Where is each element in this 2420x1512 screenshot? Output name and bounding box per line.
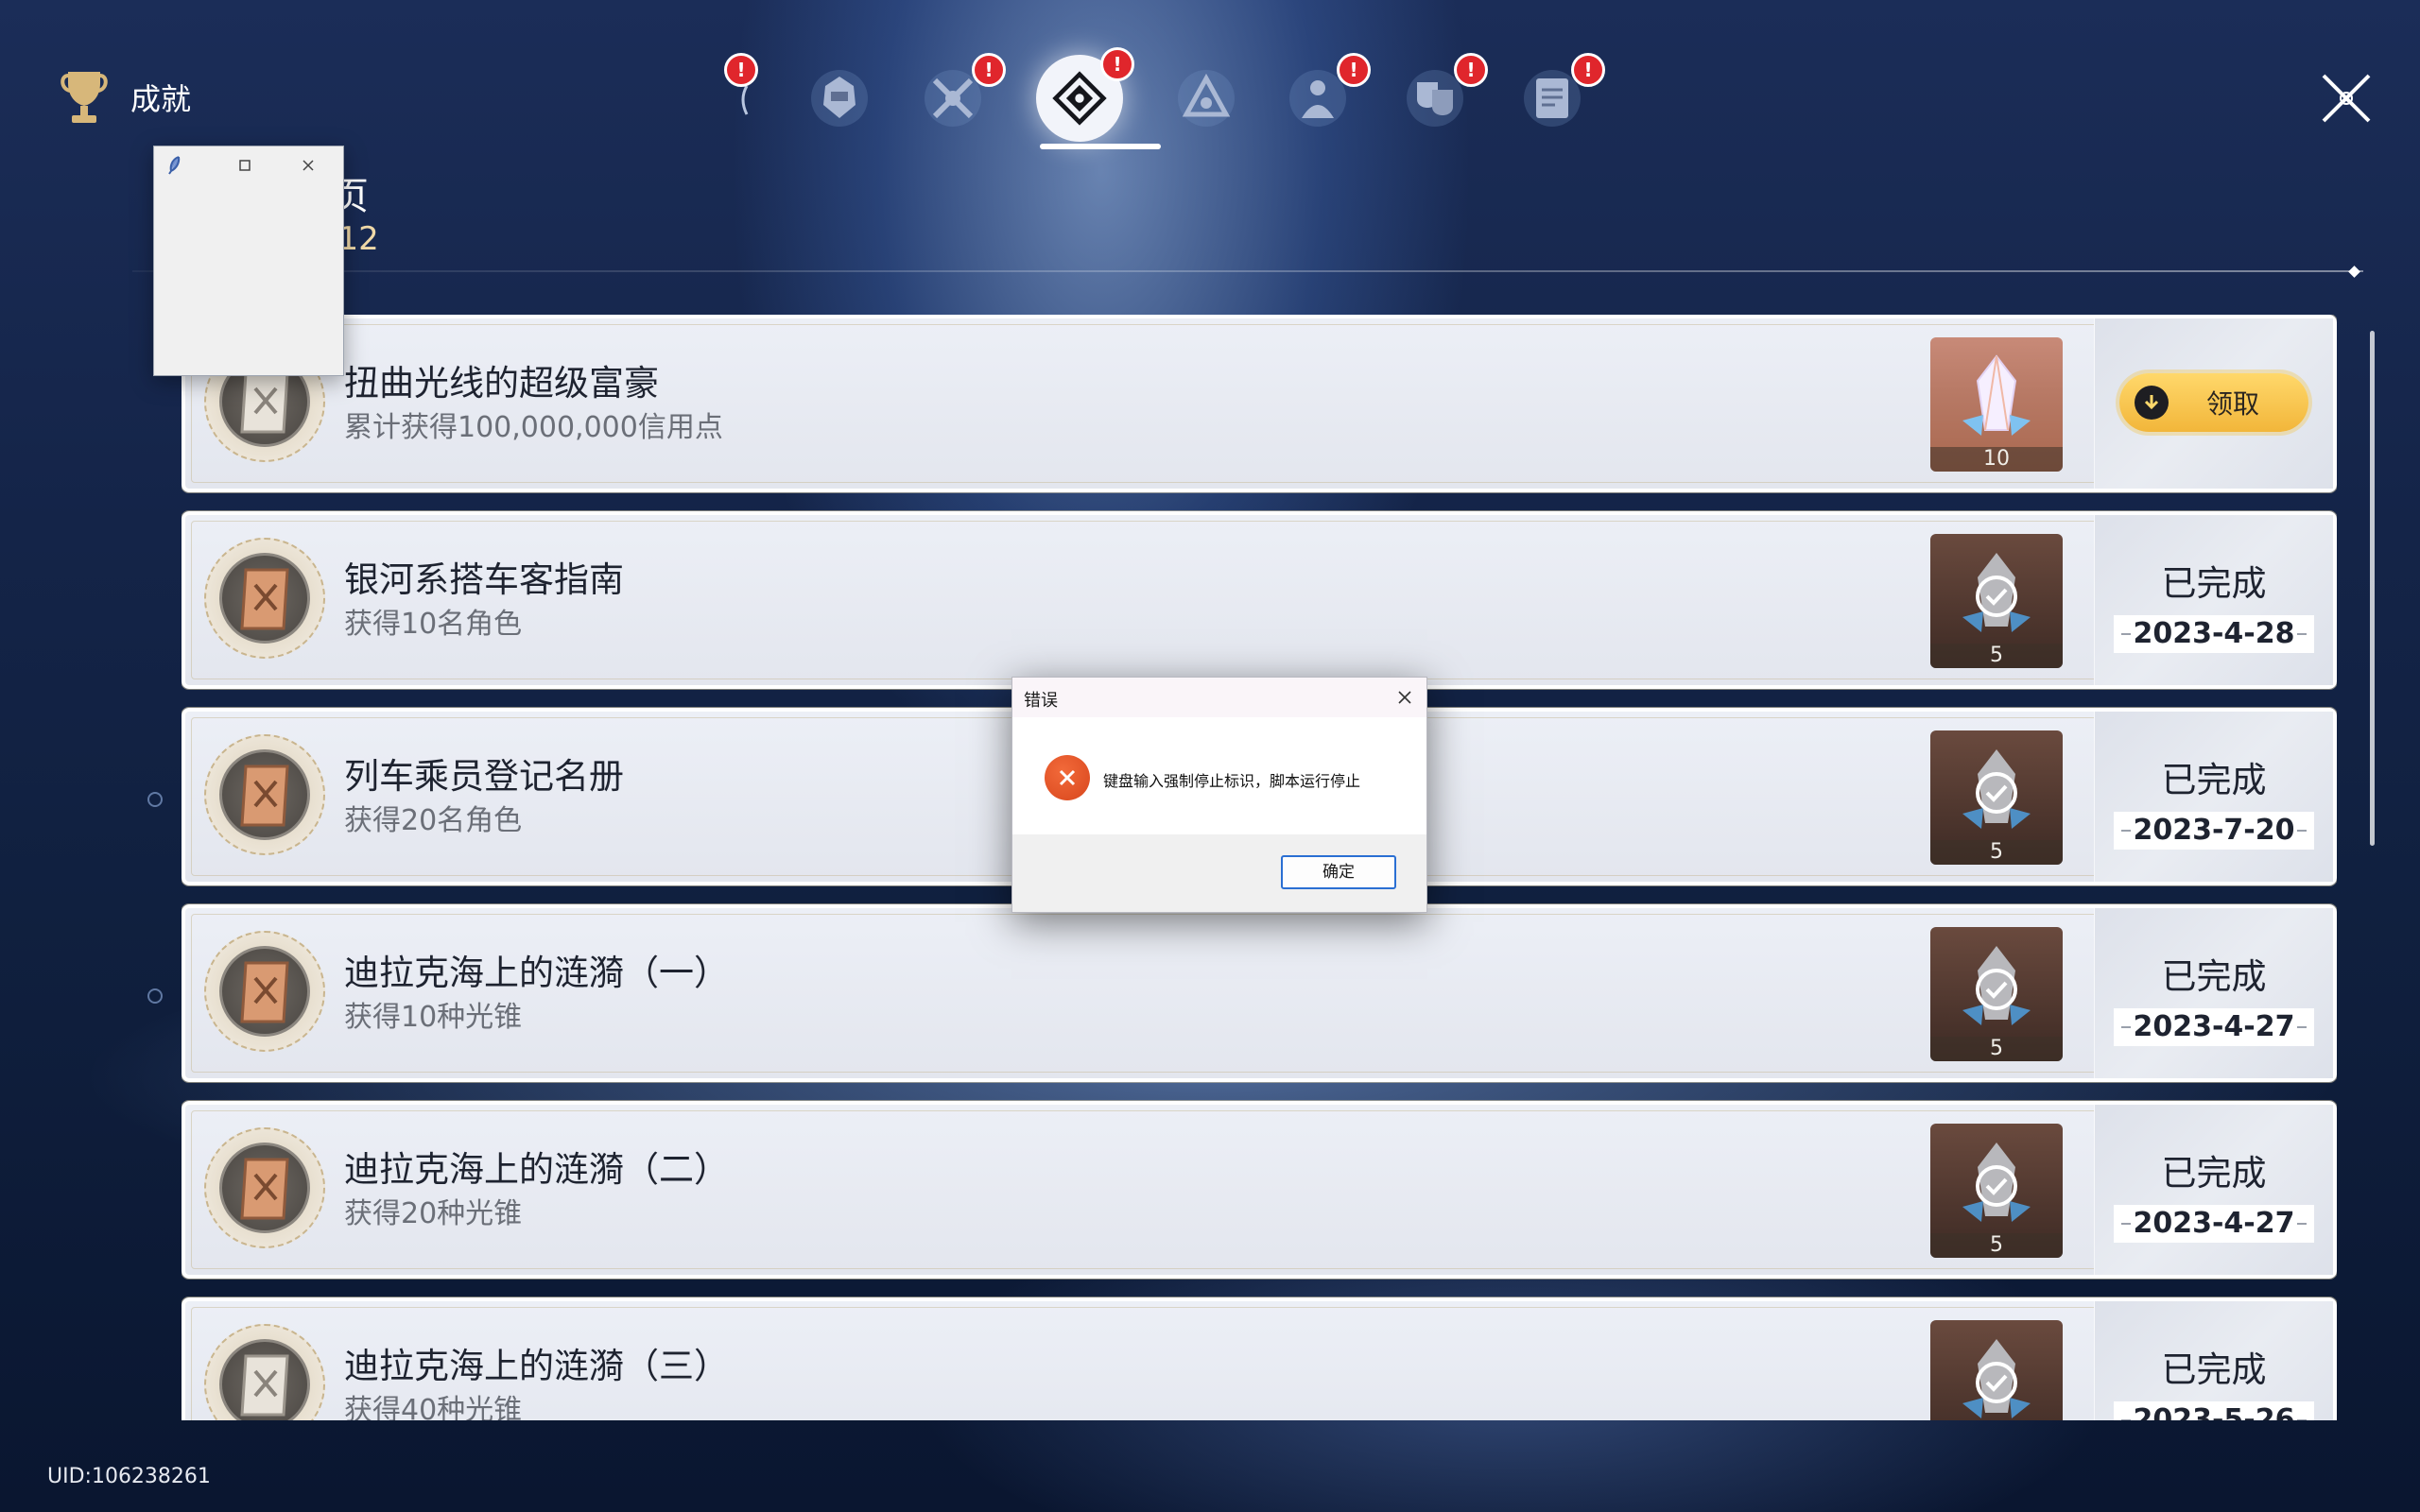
notification-badge: ! [1571,53,1605,87]
dialog-close-icon[interactable] [1392,685,1417,710]
achievement-desc: 获得20名角色 [344,804,523,837]
triangle-emblem-icon [1178,70,1235,127]
achievement-medal-icon [204,931,325,1052]
status-cell: 已完成 2023-5-26 [2094,1301,2333,1420]
reward-count: 5 [1930,1233,2063,1258]
category-tab-bar: ! ! ! ! ! ! [724,38,1645,151]
reward-item: 5 [1930,1320,2063,1420]
achievement-medal-icon [204,538,325,659]
dialog-body: 键盘输入强制停止标识，脚本运行停止 [1012,717,1426,834]
tab-warrior-helmet[interactable] [802,60,877,136]
achievement-desc: 获得10名角色 [344,608,523,641]
claimed-check-icon [1976,772,2017,814]
notification-badge: ! [972,53,1006,87]
claim-button[interactable]: 领取 [2119,373,2308,432]
achievement-title: 银河系搭车客指南 [344,559,624,600]
completed-label: 已完成 [2161,1153,2267,1194]
completion-date: 2023-4-27 [2114,1205,2314,1243]
achievement-card: 迪拉克海上的涟漪（一） 获得10种光锥 5 已完成 2023-4-27 [182,903,2337,1083]
divider [132,270,2363,272]
tab-triangle[interactable] [1168,60,1244,136]
status-cell: 已完成 2023-4-27 [2094,908,2333,1078]
side-dot [147,792,163,807]
completed-label: 已完成 [2161,1349,2267,1390]
helmet-icon [811,70,868,127]
blank-window[interactable] [153,146,344,376]
reward-count: 5 [1930,840,2063,865]
reward-item: 5 [1930,730,2063,865]
achievement-medal-icon [204,734,325,855]
tab-partial[interactable]: ! [718,53,758,136]
feather-icon [168,156,181,175]
tab-masks[interactable]: ! [1397,53,1488,136]
status-cell: 已完成 2023-4-28 [2094,515,2333,685]
dialog-titlebar[interactable]: 错误 [1012,678,1426,717]
list-scrollbar[interactable] [2370,331,2375,846]
achievement-desc: 获得20种光锥 [344,1197,523,1230]
error-message: 键盘输入强制停止标识，脚本运行停止 [1103,772,1361,790]
achievement-card: 银河系搭车客指南 获得10名角色 5 已完成 2023-4-28 [182,510,2337,690]
achievement-title: 迪拉克海上的涟漪（二） [344,1149,729,1190]
status-cell: 已完成 2023-7-20 [2094,712,2333,882]
diamond-emblem-icon [1052,71,1107,126]
tab-active-emblem[interactable]: ! [1036,47,1134,142]
reward-item: 10 [1930,337,2063,472]
claim-label: 领取 [2206,388,2260,420]
ok-button[interactable]: 确定 [1281,855,1396,889]
notification-badge: ! [724,53,758,87]
achievement-title: 迪拉克海上的涟漪（一） [344,953,729,993]
completed-label: 已完成 [2161,956,2267,997]
crystal-icon [1962,354,2031,436]
claimed-check-icon [1976,1165,2017,1207]
completion-date: 2023-7-20 [2114,812,2314,850]
completed-label: 已完成 [2161,760,2267,800]
maximize-icon[interactable] [234,155,255,176]
trophy-icon [60,72,108,123]
notification-badge: ! [1337,53,1371,87]
achievement-desc: 获得10种光锥 [344,1001,523,1034]
dialog-title: 错误 [1024,691,1058,711]
notification-badge: ! [1100,47,1134,81]
error-icon [1045,755,1090,800]
reward-count: 5 [1930,644,2063,668]
reward-count: 5 [1930,1037,2063,1061]
completion-date: 2023-4-27 [2114,1008,2314,1046]
status-cell: 领取 [2094,318,2333,489]
page-title: 成就 [130,81,192,117]
close-icon[interactable] [2316,68,2377,129]
achievement-desc: 累计获得100,000,000信用点 [344,411,723,444]
reward-count: 10 [1930,447,2063,472]
side-dot [147,988,163,1004]
reward-item: 5 [1930,534,2063,668]
achievement-title: 扭曲光线的超级富豪 [344,363,659,404]
completion-date: 2023-5-26 [2114,1401,2314,1420]
achievement-title: 列车乘员登记名册 [344,756,624,797]
tab-crossed-swords[interactable]: ! [915,53,1006,136]
achievement-card: 迪拉克海上的涟漪（三） 获得40种光锥 5 已完成 2023-5-26 [182,1297,2337,1420]
reward-item: 5 [1930,927,2063,1061]
page-header: 成就 [59,64,191,130]
achievement-card: 迪拉克海上的涟漪（二） 获得20种光锥 5 已完成 2023-4-27 [182,1100,2337,1280]
achievement-medal-icon [204,1127,325,1248]
window-close-icon[interactable] [298,155,319,176]
completion-date: 2023-4-28 [2114,615,2314,653]
tab-notebook[interactable]: ! [1514,53,1605,136]
claimed-check-icon [1976,1362,2017,1403]
window-titlebar[interactable] [154,146,343,184]
active-tab-underline [1040,144,1161,149]
claimed-check-icon [1976,576,2017,617]
user-id: UID:106238261 [47,1465,211,1488]
divider-end-marker [2348,266,2360,278]
notification-badge: ! [1454,53,1488,87]
error-dialog: 错误 键盘输入强制停止标识，脚本运行停止 确定 [1011,677,1427,913]
completed-label: 已完成 [2161,563,2267,604]
claimed-check-icon [1976,969,2017,1010]
reward-item: 5 [1930,1124,2063,1258]
claim-arrow-icon [2135,386,2169,420]
status-cell: 已完成 2023-4-27 [2094,1105,2333,1275]
tab-figure[interactable]: ! [1280,53,1371,136]
achievement-card: 扭曲光线的超级富豪 累计获得100,000,000信用点 10 领取 [182,315,2337,493]
achievement-title: 迪拉克海上的涟漪（三） [344,1346,729,1386]
achievement-desc: 获得40种光锥 [344,1394,523,1420]
